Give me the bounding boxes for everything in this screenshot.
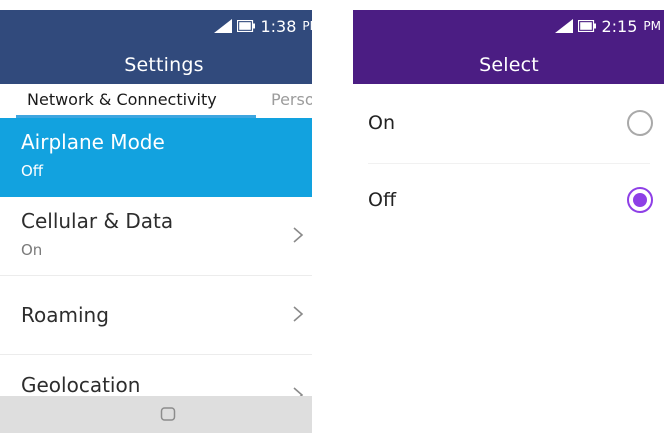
- settings-list: Airplane Mode Off Cellular & Data On Roa…: [0, 118, 312, 433]
- settings-tabs: Network & Connectivity Person: [0, 84, 312, 118]
- option-label: Off: [368, 189, 397, 211]
- home-button-icon[interactable]: [160, 406, 176, 422]
- list-item-label: Airplane Mode: [21, 130, 165, 154]
- chevron-right-icon: [293, 227, 304, 243]
- signal-icon: [555, 19, 574, 33]
- list-item-value: On: [21, 241, 43, 259]
- battery-icon: [237, 20, 256, 32]
- list-item-airplane-mode[interactable]: Airplane Mode Off: [0, 118, 312, 197]
- chevron-right-icon: [293, 306, 304, 322]
- status-time: 2:15: [601, 16, 638, 36]
- settings-header: 1:38 PM Settings: [0, 10, 312, 84]
- select-header: 2:15 PM Select: [353, 10, 664, 84]
- tab-personalization[interactable]: Person: [271, 90, 312, 109]
- tab-network-connectivity[interactable]: Network & Connectivity: [27, 90, 217, 109]
- list-item-label: Cellular & Data: [21, 209, 174, 233]
- status-ampm: PM: [302, 19, 312, 33]
- option-on[interactable]: On: [353, 84, 664, 164]
- radio-unchecked[interactable]: [627, 110, 653, 136]
- battery-icon: [578, 20, 597, 32]
- signal-icon: [214, 19, 233, 33]
- list-item-value: Off: [21, 162, 44, 180]
- status-bar: 1:38 PM: [214, 15, 312, 37]
- settings-screen: 1:38 PM Settings Network & Connectivity …: [0, 0, 312, 433]
- option-off[interactable]: Off: [353, 164, 664, 244]
- list-item-label: Roaming: [21, 303, 109, 327]
- status-ampm: PM: [643, 19, 661, 33]
- list-item-label: Geolocation: [21, 373, 141, 397]
- option-label: On: [368, 112, 395, 134]
- status-time: 1:38: [260, 16, 297, 36]
- list-item-roaming[interactable]: Roaming: [0, 276, 312, 355]
- list-item-cellular-data[interactable]: Cellular & Data On: [0, 197, 312, 276]
- status-bar: 2:15 PM: [555, 15, 661, 37]
- radio-dot-icon: [633, 193, 647, 207]
- page-title: Select: [479, 54, 539, 76]
- page-title: Settings: [124, 54, 204, 76]
- option-list: On Off: [353, 84, 664, 244]
- radio-checked[interactable]: [627, 187, 653, 213]
- select-screen: 2:15 PM Select On Off: [353, 0, 664, 433]
- softkey-bar: [0, 396, 312, 433]
